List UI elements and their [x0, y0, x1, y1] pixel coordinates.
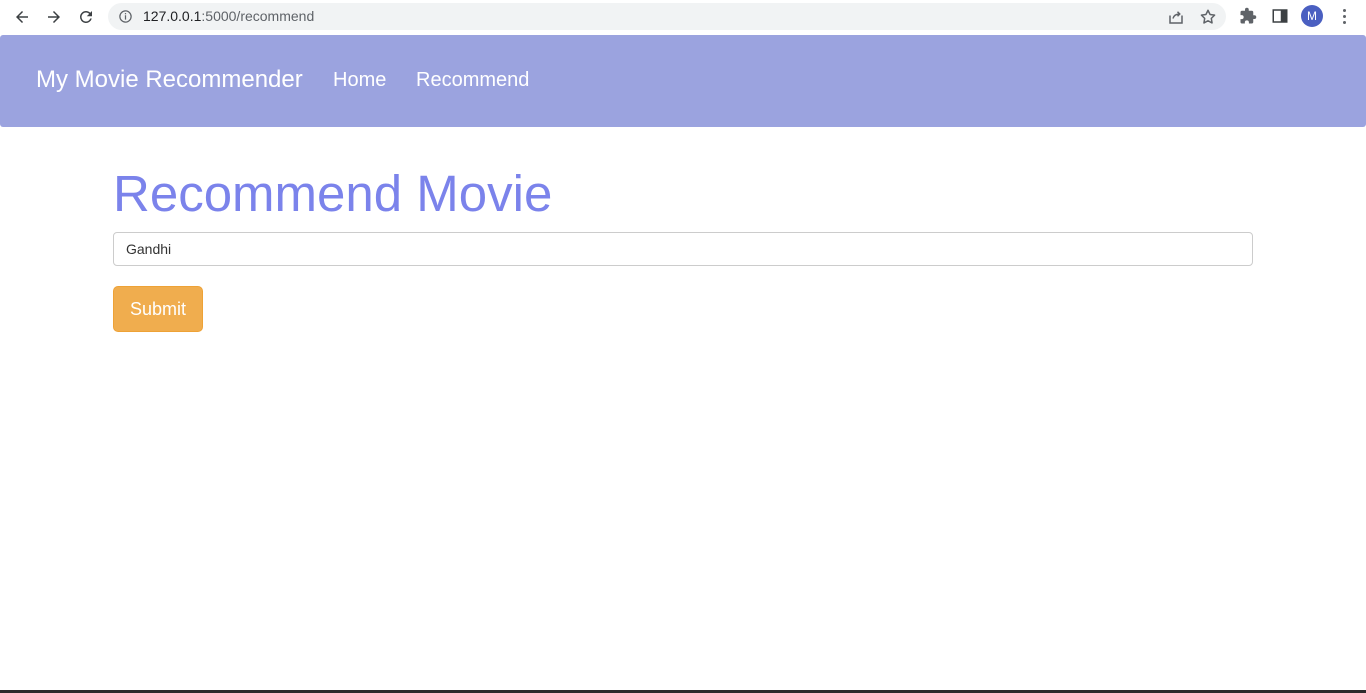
site-navbar: My Movie Recommender Home Recommend: [0, 35, 1366, 127]
profile-avatar[interactable]: M: [1301, 5, 1323, 27]
site-info-icon[interactable]: [118, 9, 133, 24]
share-icon[interactable]: [1167, 8, 1185, 26]
extensions-icon[interactable]: [1239, 7, 1257, 25]
movie-name-input[interactable]: [113, 232, 1253, 266]
address-bar[interactable]: 127.0.0.1:5000/recommend: [108, 3, 1226, 30]
back-arrow-icon[interactable]: [10, 5, 34, 29]
page-title: Recommend Movie: [113, 165, 553, 222]
nav-link-recommend[interactable]: Recommend: [416, 69, 529, 92]
bookmark-star-icon[interactable]: [1199, 8, 1217, 26]
navbar-brand[interactable]: My Movie Recommender: [36, 66, 303, 94]
browser-toolbar: 127.0.0.1:5000/recommend M: [0, 0, 1366, 34]
forward-arrow-icon[interactable]: [42, 5, 66, 29]
nav-link-home[interactable]: Home: [333, 69, 386, 92]
reload-icon[interactable]: [74, 5, 98, 29]
url-text: 127.0.0.1:5000/recommend: [143, 8, 315, 24]
more-menu-icon[interactable]: [1336, 6, 1352, 26]
submit-button[interactable]: Submit: [113, 286, 203, 332]
side-panel-icon[interactable]: [1271, 7, 1289, 25]
